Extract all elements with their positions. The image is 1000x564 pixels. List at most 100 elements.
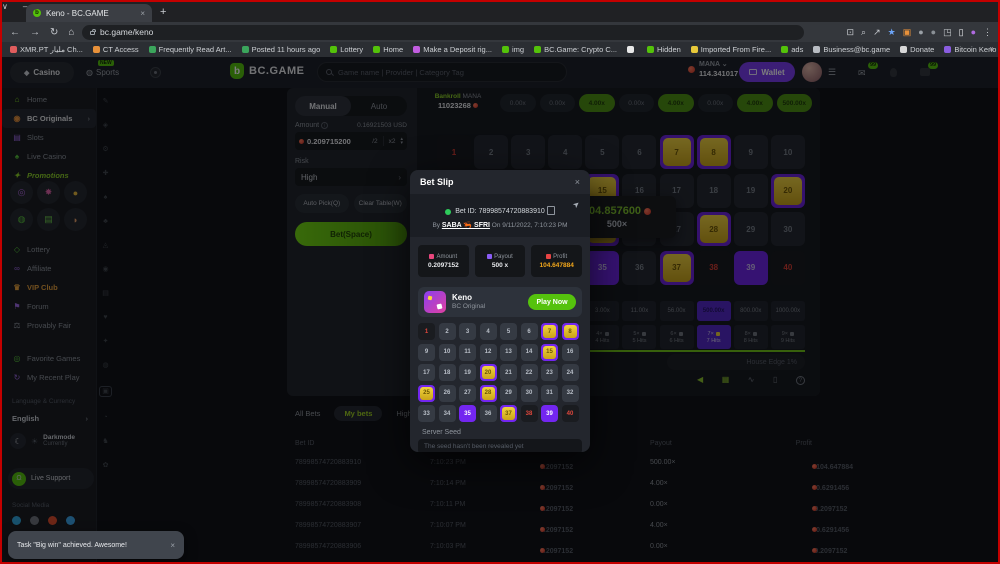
extension-2-icon[interactable]: ● [918, 28, 923, 37]
tab-close-icon[interactable]: × [140, 9, 145, 18]
home-icon[interactable]: ⌂ [68, 27, 74, 38]
bookmarks-bar: XMR.PT مليار Ch... CT Access Frequently … [2, 42, 998, 57]
keno-number-39[interactable]: 39 [541, 405, 558, 422]
keno-number-25[interactable]: 25 [418, 385, 435, 402]
reload-icon[interactable]: ↻ [50, 27, 58, 38]
profile-avatar-icon[interactable]: ● [971, 28, 976, 37]
back-icon[interactable]: ← [10, 27, 20, 38]
keno-number-5[interactable]: 5 [500, 323, 517, 340]
menu-dots-icon[interactable]: ⋮ [983, 28, 992, 37]
keno-number-37[interactable]: 37 [500, 405, 517, 422]
address-bar[interactable]: bc.game/keno [82, 25, 804, 40]
keno-number-8[interactable]: 8 [562, 323, 579, 340]
zoom-icon[interactable]: ⌕ [861, 28, 866, 37]
bet-slip-modal: Bet Slip × ➤ Bet ID: 78998574720883910 B… [410, 170, 590, 452]
bookmark-favicon [330, 46, 337, 53]
keno-number-3[interactable]: 3 [459, 323, 476, 340]
bookmark-item[interactable]: BC.Game: Crypto C... [534, 45, 617, 54]
site-favicon: b [33, 9, 41, 17]
bookmark-item[interactable]: Business@bc.game [813, 45, 890, 54]
game-provider: BC Original [452, 303, 485, 311]
keno-number-17[interactable]: 17 [418, 364, 435, 381]
copy-icon[interactable] [549, 208, 555, 215]
keno-number-26[interactable]: 26 [439, 385, 456, 402]
keno-number-12[interactable]: 12 [480, 344, 497, 361]
keno-number-4[interactable]: 4 [480, 323, 497, 340]
keno-number-14[interactable]: 14 [521, 344, 538, 361]
lock-icon [90, 31, 95, 35]
tab-search-caret[interactable]: ∨ [2, 2, 8, 11]
keno-number-15[interactable]: 15 [541, 344, 558, 361]
bookmark-item[interactable]: XMR.PT مليار Ch... [10, 45, 83, 54]
new-tab-button[interactable]: + [160, 6, 166, 18]
server-seed-label: Server Seed [422, 429, 590, 436]
keno-number-1[interactable]: 1 [418, 323, 435, 340]
keno-number-20[interactable]: 20 [480, 364, 497, 381]
play-now-button[interactable]: Play Now [528, 294, 576, 310]
keno-number-35[interactable]: 35 [459, 405, 476, 422]
keno-number-24[interactable]: 24 [562, 364, 579, 381]
keno-number-33[interactable]: 33 [418, 405, 435, 422]
bookmark-item[interactable]: Imported From Fire... [691, 45, 771, 54]
keno-number-6[interactable]: 6 [521, 323, 538, 340]
bookmark-favicon [781, 46, 788, 53]
bookmark-item[interactable]: Home [373, 45, 403, 54]
server-seed-value: The seed hasn't been revealed yet [418, 439, 582, 452]
keno-number-27[interactable]: 27 [459, 385, 476, 402]
share-icon[interactable]: ↗ [873, 28, 881, 37]
modal-bet-id: Bet ID: 78998574720883910 [455, 208, 545, 215]
keno-number-21[interactable]: 21 [500, 364, 517, 381]
keno-number-10[interactable]: 10 [439, 344, 456, 361]
keno-number-34[interactable]: 34 [439, 405, 456, 422]
url-text: bc.game/keno [100, 27, 153, 37]
gem-icon [445, 209, 451, 215]
bookmark-favicon [813, 46, 820, 53]
keno-number-16[interactable]: 16 [562, 344, 579, 361]
send-to-device-icon[interactable]: ⊡ [846, 28, 854, 37]
bookmarks-overflow-icon[interactable]: » [990, 44, 994, 53]
side-panel-icon[interactable]: ▯ [959, 28, 964, 37]
bookmark-item[interactable]: Frequently Read Art... [149, 45, 232, 54]
bookmark-star-icon[interactable]: ★ [888, 28, 896, 37]
modal-close-icon[interactable]: × [575, 177, 580, 187]
keno-number-31[interactable]: 31 [541, 385, 558, 402]
keno-game-icon [424, 291, 446, 313]
browser-tab[interactable]: b Keno - BC.GAME × [26, 4, 152, 22]
keno-number-11[interactable]: 11 [459, 344, 476, 361]
keno-number-28[interactable]: 28 [480, 385, 497, 402]
keno-number-13[interactable]: 13 [500, 344, 517, 361]
bookmark-favicon [691, 46, 698, 53]
bookmark-item[interactable]: Lottery [330, 45, 363, 54]
keno-number-32[interactable]: 32 [562, 385, 579, 402]
bookmark-item[interactable]: Hidden [647, 45, 681, 54]
keno-number-29[interactable]: 29 [500, 385, 517, 402]
bookmark-item[interactable]: Posted 11 hours ago [242, 45, 321, 54]
keno-number-7[interactable]: 7 [541, 323, 558, 340]
keno-number-22[interactable]: 22 [521, 364, 538, 381]
keno-number-36[interactable]: 36 [480, 405, 497, 422]
bookmark-item[interactable]: Donate [900, 45, 934, 54]
extensions-puzzle-icon[interactable]: ◳ [943, 28, 952, 37]
toast-text: Task "Big win" achieved. Awesome! [17, 542, 164, 549]
game-card: Keno BC Original Play Now [418, 287, 582, 317]
keno-number-40[interactable]: 40 [562, 405, 579, 422]
toast-close-icon[interactable]: × [170, 541, 175, 550]
bookmark-item[interactable] [627, 46, 637, 53]
keno-number-18[interactable]: 18 [439, 364, 456, 381]
forward-icon[interactable]: → [30, 27, 40, 38]
bookmark-item[interactable]: Make a Deposit rig... [413, 45, 492, 54]
stat-box: Payout 500 x [475, 245, 526, 277]
bookmark-item[interactable]: CT Access [93, 45, 139, 54]
extension-1-icon[interactable]: ▣ [903, 28, 912, 37]
keno-number-2[interactable]: 2 [439, 323, 456, 340]
keno-number-19[interactable]: 19 [459, 364, 476, 381]
bookmark-item[interactable]: img [502, 45, 524, 54]
extension-3-icon[interactable]: ● [931, 28, 936, 37]
keno-number-38[interactable]: 38 [521, 405, 538, 422]
keno-number-30[interactable]: 30 [521, 385, 538, 402]
username-link[interactable]: SABA 🦐 SFRI [442, 222, 490, 229]
keno-number-23[interactable]: 23 [541, 364, 558, 381]
keno-number-9[interactable]: 9 [418, 344, 435, 361]
bookmark-item[interactable]: ads [781, 45, 803, 54]
achievement-toast: Task "Big win" achieved. Awesome! × [8, 531, 184, 559]
